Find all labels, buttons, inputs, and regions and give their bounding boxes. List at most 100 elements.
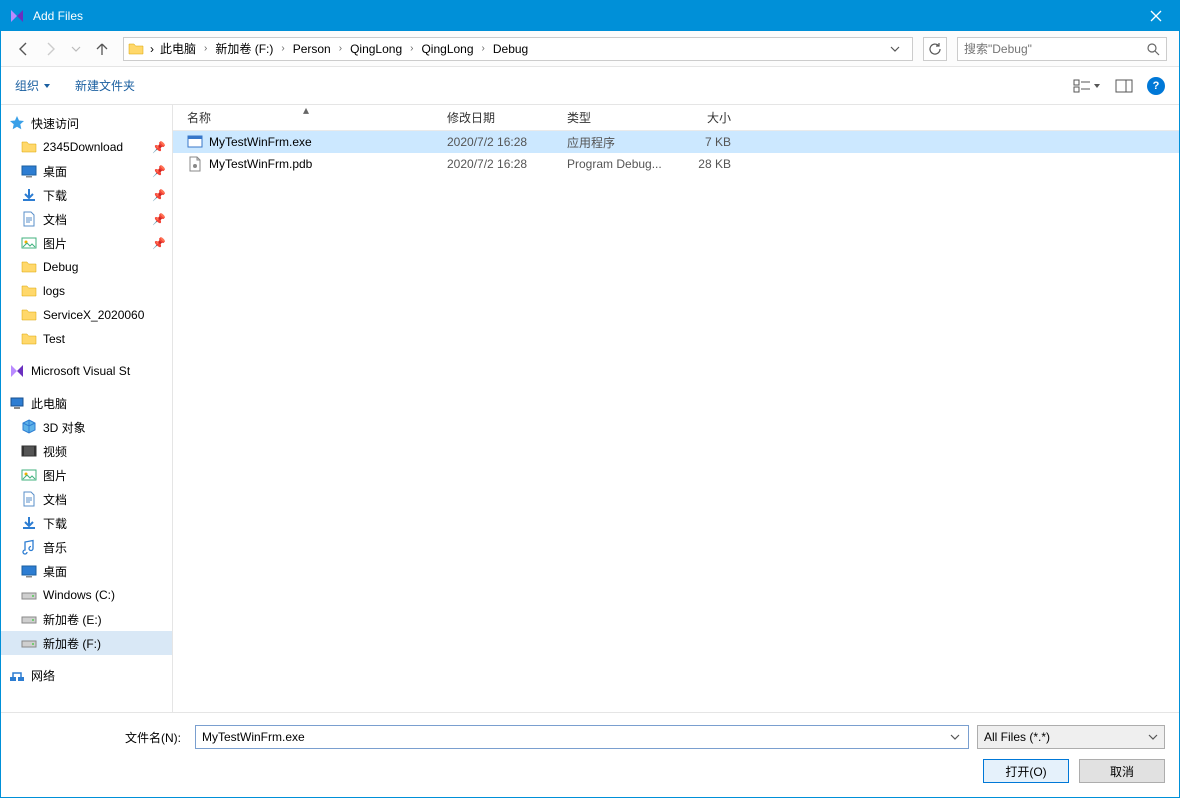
download-icon [21,515,37,531]
sidebar-network[interactable]: 网络 [1,663,172,687]
nav-recent-dropdown[interactable] [65,38,87,60]
sidebar-item-label: 视频 [43,443,166,460]
sidebar-item-pc[interactable]: 下载 [1,511,172,535]
sidebar-item-label: 新加卷 (F:) [43,635,166,652]
nav-back-button[interactable] [13,38,35,60]
titlebar: Add Files [1,1,1179,31]
pic-icon [21,467,37,483]
breadcrumb-segment[interactable]: 新加卷 (F:)› [209,38,286,59]
sidebar-this-pc[interactable]: 此电脑 [1,391,172,415]
sidebar-item-label: Debug [43,260,166,274]
breadcrumb-label: Debug [487,40,534,58]
col-type[interactable]: 类型 [559,109,679,126]
new-folder-button[interactable]: 新建文件夹 [75,77,135,94]
sidebar-item-pc[interactable]: Windows (C:) [1,583,172,607]
file-icon [187,156,203,172]
sidebar-item-label: 文档 [43,211,146,228]
breadcrumb-segment[interactable]: 此电脑› [154,38,209,59]
file-list[interactable]: MyTestWinFrm.exe 2020/7/2 16:28 应用程序 7 K… [173,131,1179,712]
help-button[interactable]: ? [1147,77,1165,95]
col-size[interactable]: 大小 [679,109,739,126]
nav-up-button[interactable] [91,38,113,60]
folder-icon [21,307,37,323]
sidebar-vs[interactable]: Microsoft Visual St [1,359,172,383]
sidebar-item-qa[interactable]: Debug [1,255,172,279]
sidebar-item-pc[interactable]: 文档 [1,487,172,511]
file-name: MyTestWinFrm.pdb [209,157,312,171]
sidebar-quick-access[interactable]: 快速访问 [1,111,172,135]
view-mode-button[interactable] [1073,79,1101,93]
sidebar-item-qa[interactable]: 图片📌 [1,231,172,255]
download-icon [21,187,37,203]
sidebar-item-label: 音乐 [43,539,166,556]
folder-icon [128,40,146,58]
address-bar[interactable]: › 此电脑›新加卷 (F:)›Person›QingLong›QingLong›… [123,37,913,61]
cancel-button-label: 取消 [1110,763,1134,780]
chevron-right-icon: › [480,43,487,54]
drive-icon [21,587,37,603]
breadcrumb-segment[interactable]: Debug [487,40,534,58]
sidebar-item-pc[interactable]: 新加卷 (E:) [1,607,172,631]
sidebar-item-pc[interactable]: 视频 [1,439,172,463]
sidebar-item-label: 新加卷 (E:) [43,611,166,628]
chevron-right-icon: › [279,43,286,54]
video-icon [21,443,37,459]
breadcrumb-label: 此电脑 [154,38,202,59]
refresh-button[interactable] [923,37,947,61]
search-input[interactable] [964,42,1146,56]
desktop-icon [21,163,37,179]
file-type-filter[interactable]: All Files (*.*) [977,725,1165,749]
close-button[interactable] [1133,1,1179,31]
3d-icon [21,419,37,435]
toolbar: 组织 新建文件夹 ? [1,67,1179,105]
sidebar-item-qa[interactable]: 2345Download 📌 [1,135,172,159]
filename-combobox[interactable] [195,725,969,749]
file-name-cell: MyTestWinFrm.pdb [179,156,439,172]
breadcrumb-segment[interactable]: QingLong› [415,40,486,58]
breadcrumb: 此电脑›新加卷 (F:)›Person›QingLong›QingLong›De… [154,38,890,59]
open-button-label: 打开(O) [1005,763,1046,780]
cancel-button[interactable]: 取消 [1079,759,1165,783]
pin-icon: 📌 [152,141,166,154]
breadcrumb-label: Person [287,40,337,58]
pin-icon: 📌 [152,189,166,202]
sidebar-item-label: 图片 [43,467,166,484]
sidebar-item-qa[interactable]: logs [1,279,172,303]
nav-forward-button [39,38,61,60]
sidebar-item-pc[interactable]: 图片 [1,463,172,487]
breadcrumb-segment[interactable]: Person› [287,40,344,58]
col-date[interactable]: 修改日期 [439,109,559,126]
sidebar-item-label: 2345Download [43,140,146,154]
preview-pane-button[interactable] [1115,79,1133,93]
body-area: 快速访问2345Download📌桌面📌下载📌文档📌图片📌DebuglogsSe… [1,105,1179,712]
sidebar-item-label: 桌面 [43,563,166,580]
filename-dropdown[interactable] [950,732,968,742]
sidebar-item-pc[interactable]: 桌面 [1,559,172,583]
filename-label: 文件名(N): [15,729,187,746]
sidebar-item-qa[interactable]: 文档📌 [1,207,172,231]
footer: 文件名(N): All Files (*.*) 打开(O) 取消 [1,712,1179,797]
file-row[interactable]: MyTestWinFrm.exe 2020/7/2 16:28 应用程序 7 K… [173,131,1179,153]
doc-icon [21,211,37,227]
sidebar-item-pc[interactable]: 音乐 [1,535,172,559]
sidebar-item-qa[interactable]: Test [1,327,172,351]
organize-menu[interactable]: 组织 [15,77,51,94]
file-icon [187,134,203,150]
sidebar-item-pc[interactable]: 新加卷 (F:) [1,631,172,655]
chevron-right-icon: › [408,43,415,54]
file-date: 2020/7/2 16:28 [439,157,559,171]
window-title: Add Files [33,9,1133,23]
sidebar-item-qa[interactable]: 桌面📌 [1,159,172,183]
file-date: 2020/7/2 16:28 [439,135,559,149]
breadcrumb-segment[interactable]: QingLong› [344,40,415,58]
filename-input[interactable] [196,730,950,744]
open-button[interactable]: 打开(O) [983,759,1069,783]
search-box[interactable] [957,37,1167,61]
address-dropdown[interactable] [890,44,908,54]
sidebar-item-qa[interactable]: ServiceX_2020060 [1,303,172,327]
file-row[interactable]: MyTestWinFrm.pdb 2020/7/2 16:28 Program … [173,153,1179,175]
sidebar-item-pc[interactable]: 3D 对象 [1,415,172,439]
sidebar-item-qa[interactable]: 下载📌 [1,183,172,207]
dialog-window: Add Files › 此电脑›新加卷 (F:)›Person›QingLong… [0,0,1180,798]
sidebar-item-label: 桌面 [43,163,146,180]
